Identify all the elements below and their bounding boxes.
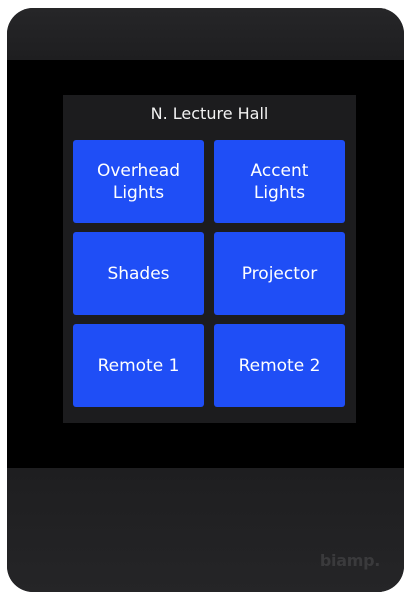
remote-2-button[interactable]: Remote 2 <box>214 324 345 407</box>
accent-lights-button[interactable]: Accent Lights <box>214 140 345 223</box>
bottom-bezel: biamp. <box>7 468 404 592</box>
projector-button[interactable]: Projector <box>214 232 345 315</box>
touch-panel-device: N. Lecture Hall Overhead Lights Accent L… <box>7 8 404 592</box>
touch-screen: N. Lecture Hall Overhead Lights Accent L… <box>7 60 404 468</box>
room-title: N. Lecture Hall <box>150 104 269 123</box>
overhead-lights-button[interactable]: Overhead Lights <box>73 140 204 223</box>
room-control-panel: N. Lecture Hall Overhead Lights Accent L… <box>63 95 356 423</box>
top-bezel <box>7 8 404 60</box>
shades-button[interactable]: Shades <box>73 232 204 315</box>
remote-1-button[interactable]: Remote 1 <box>73 324 204 407</box>
biamp-logo: biamp. <box>319 551 380 570</box>
